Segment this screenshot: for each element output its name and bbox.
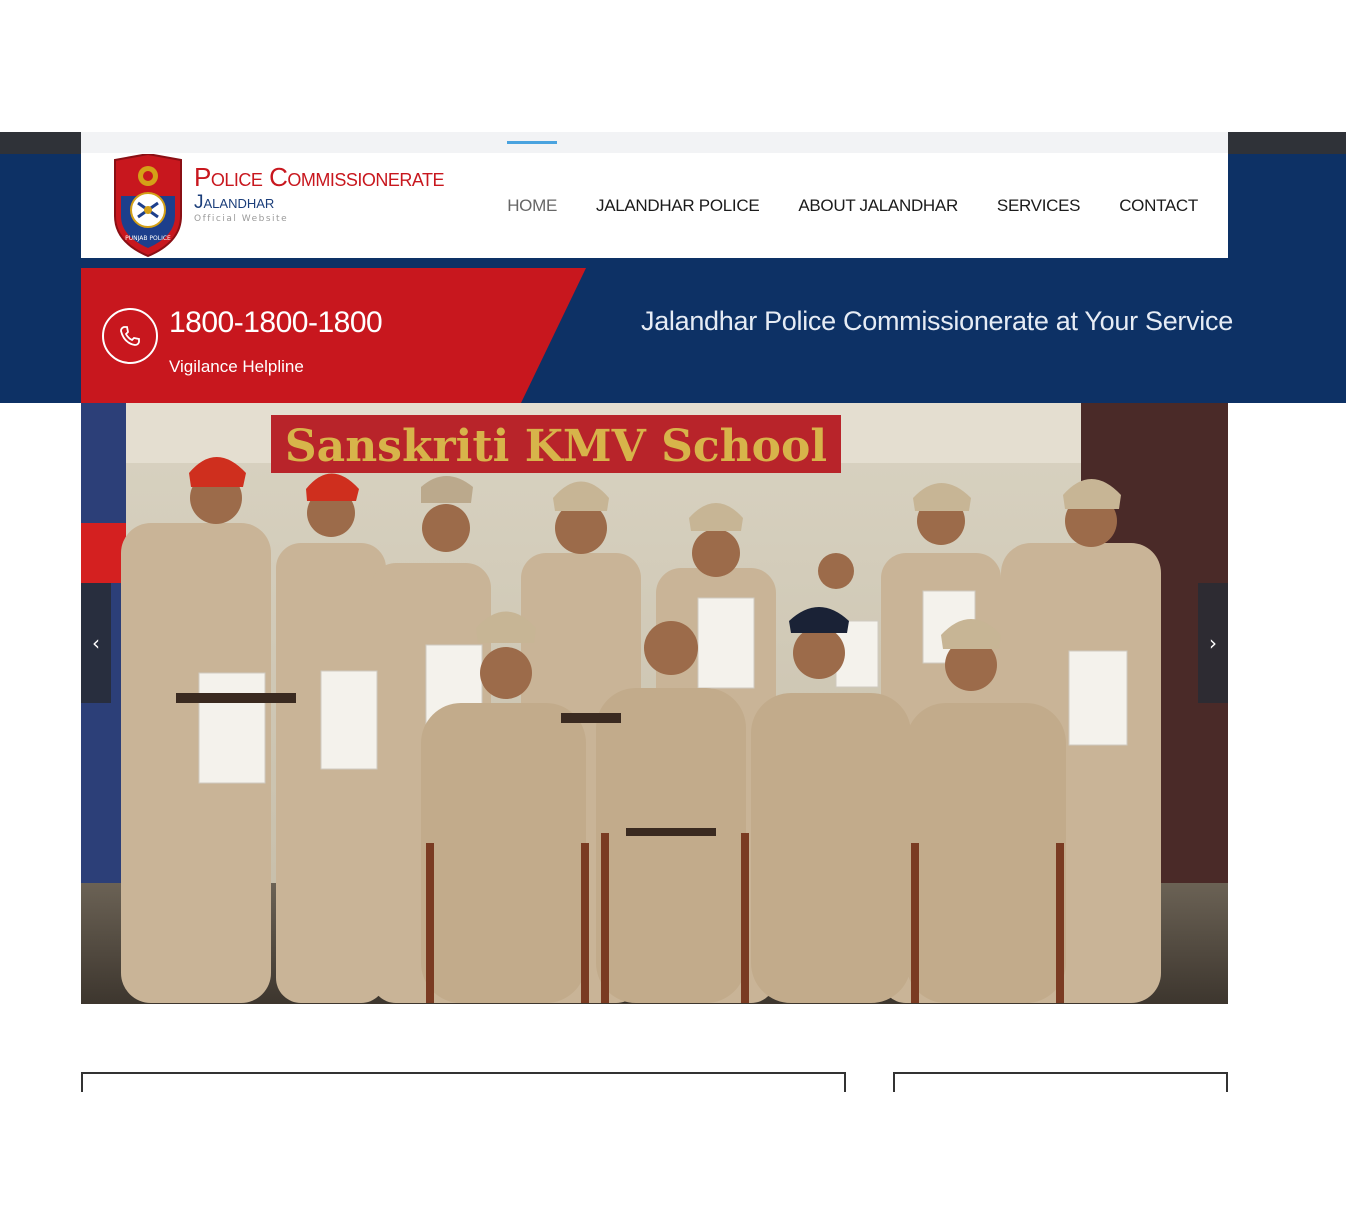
- slider-next-button[interactable]: ›: [1198, 583, 1228, 703]
- nav-contact[interactable]: CONTACT: [1119, 196, 1198, 216]
- slider-prev-button[interactable]: ‹: [81, 583, 111, 703]
- page: PUNJAB POLICE Police Commissionerate Jal…: [0, 0, 1346, 1207]
- brand-subtitle[interactable]: Jalandhar: [194, 192, 274, 214]
- image-slider: Sanskriti KMV School ‹ ›: [81, 403, 1228, 1004]
- logo-text: PUNJAB POLICE: [125, 235, 171, 242]
- helpline-red-panel: [81, 268, 586, 403]
- header-topbar: [81, 132, 1228, 153]
- brand-title[interactable]: Police Commissionerate: [194, 162, 445, 193]
- helpline-phone-number[interactable]: 1800-1800-1800: [169, 306, 383, 340]
- slide-photo: Sanskriti KMV School: [81, 403, 1228, 1004]
- helpline-banner: 1800-1800-1800 Vigilance Helpline Jaland…: [81, 268, 1233, 403]
- banner-tagline: Jalandhar Police Commissionerate at Your…: [641, 306, 1233, 336]
- nav-home[interactable]: HOME: [507, 140, 557, 216]
- nav-services[interactable]: SERVICES: [997, 196, 1081, 216]
- nav-about-jalandhar[interactable]: ABOUT JALANDHAR: [798, 196, 958, 216]
- punjab-police-logo[interactable]: PUNJAB POLICE: [111, 154, 185, 258]
- photo-banner-text: Sanskriti KMV School: [285, 421, 827, 472]
- main-nav: HOME JALANDHAR POLICE ABOUT JALANDHAR SE…: [507, 140, 1198, 258]
- site-header: PUNJAB POLICE Police Commissionerate Jal…: [81, 132, 1228, 258]
- helpline-label: Vigilance Helpline: [169, 357, 304, 376]
- content-panel-right: [893, 1072, 1228, 1092]
- brand-tagline: Official Website: [194, 214, 289, 224]
- content-panel-left: [81, 1072, 846, 1092]
- phone-icon: [102, 308, 158, 364]
- nav-jalandhar-police[interactable]: JALANDHAR POLICE: [596, 196, 760, 216]
